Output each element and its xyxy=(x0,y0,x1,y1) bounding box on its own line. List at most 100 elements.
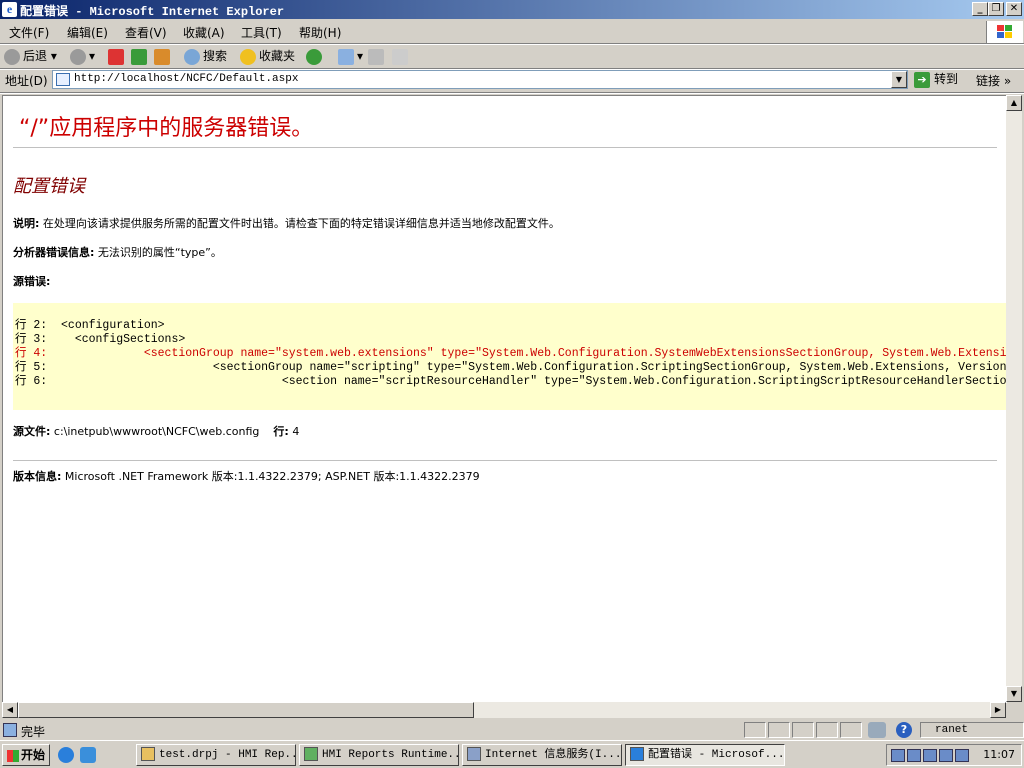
line-value: 4 xyxy=(292,425,300,438)
app-icon xyxy=(304,747,318,762)
scroll-right-button[interactable]: ▶ xyxy=(990,702,1006,718)
network-disconnected-icon[interactable] xyxy=(939,749,953,762)
search-button[interactable]: 搜索 xyxy=(184,47,227,65)
home-button[interactable] xyxy=(154,47,173,65)
address-input[interactable]: http://localhost/NCFC/Default.aspx xyxy=(52,70,908,89)
parser-label: 分析器错误信息: xyxy=(13,246,95,259)
version-text: Microsoft .NET Framework 版本:1.1.4322.237… xyxy=(64,470,480,483)
help-icon: ? xyxy=(896,722,912,738)
back-button[interactable]: 后退 ▾ xyxy=(4,47,57,65)
source-label: 源错误: xyxy=(13,275,51,288)
page-status-icon xyxy=(3,723,17,737)
refresh-icon xyxy=(131,48,147,65)
description-label: 说明: xyxy=(13,217,40,230)
tray-icon[interactable] xyxy=(891,749,905,762)
task-label: test.drpj - HMI Rep... xyxy=(159,749,296,761)
menu-help[interactable]: 帮助(H) xyxy=(299,24,341,41)
close-button[interactable]: ✕ xyxy=(1006,2,1022,16)
status-cell xyxy=(792,722,814,738)
source-file-path: c:\inetpub\wwwroot\NCFC\web.config xyxy=(53,425,260,438)
window-title: 配置错误 - Microsoft Internet Explorer xyxy=(20,5,285,19)
ie-icon xyxy=(630,747,644,762)
divider xyxy=(13,460,997,461)
ie-icon: e xyxy=(2,2,17,17)
mail-icon xyxy=(338,48,354,65)
go-button[interactable]: ➔ 转到 xyxy=(914,70,958,89)
start-label: 开始 xyxy=(21,748,46,762)
page-icon xyxy=(56,73,70,86)
edit-button[interactable] xyxy=(392,47,411,65)
favorites-label: 收藏夹 xyxy=(259,49,296,63)
address-separator xyxy=(0,92,1024,94)
home-icon xyxy=(154,48,170,65)
security-icon xyxy=(868,722,886,738)
forward-arrow-icon xyxy=(70,48,86,65)
address-url[interactable]: http://localhost/NCFC/Default.aspx xyxy=(74,73,298,85)
menu-bar: 文件(F) 编辑(E) 查看(V) 收藏(A) 工具(T) 帮助(H) xyxy=(0,21,1024,43)
taskbar-item[interactable]: test.drpj - HMI Rep... xyxy=(136,744,296,766)
start-button[interactable]: 开始 xyxy=(2,744,50,766)
menu-tools[interactable]: 工具(T) xyxy=(241,24,282,41)
address-label: 地址(D) xyxy=(5,74,48,88)
source-code-box: 行 2: <configuration> 行 3: <configSection… xyxy=(13,303,1007,410)
task-label: Internet 信息服务(I... xyxy=(485,749,622,761)
parser-error: 分析器错误信息: 无法识别的属性“type”。 xyxy=(13,244,222,260)
menu-file[interactable]: 文件(F) xyxy=(9,24,49,41)
system-tray: 11:07 xyxy=(886,744,1022,766)
mail-button[interactable]: ▾ xyxy=(338,47,363,65)
scroll-up-button[interactable]: ▲ xyxy=(1006,95,1022,111)
description-text: 在处理向该请求提供服务所需的配置文件时出错。请检查下面的特定错误详细信息并适当地… xyxy=(42,217,560,230)
status-cell xyxy=(816,722,838,738)
taskbar-item[interactable]: HMI Reports Runtime... xyxy=(299,744,459,766)
clock[interactable]: 11:07 xyxy=(983,748,1015,761)
horizontal-scrollbar[interactable]: ◀ ▶ xyxy=(2,702,1006,718)
search-label: 搜索 xyxy=(203,49,228,63)
status-bar: 完毕 ? ranet xyxy=(0,720,1024,740)
network-disconnected-icon[interactable] xyxy=(955,749,969,762)
code-line: 行 6: <section name="scriptResourceHandle… xyxy=(15,372,1007,388)
taskbar-item-active[interactable]: 配置错误 - Microsof... xyxy=(625,744,785,766)
scroll-left-button[interactable]: ◀ xyxy=(2,702,18,718)
horizontal-scroll-thumb[interactable] xyxy=(18,702,474,718)
taskbar: 开始 test.drpj - HMI Rep... HMI Reports Ru… xyxy=(0,740,1024,768)
links-button[interactable]: 链接 » xyxy=(976,72,1011,89)
print-icon xyxy=(368,48,384,65)
zone-name: ranet xyxy=(935,724,969,736)
status-cell xyxy=(768,722,790,738)
toolbar: 后退 ▾ ▾ 搜索 收藏夹 ▾ xyxy=(0,44,1024,68)
error-heading: 配置错误 xyxy=(13,176,85,197)
go-arrow-icon: ➔ xyxy=(914,71,930,88)
menu-favorites[interactable]: 收藏(A) xyxy=(183,24,225,41)
vertical-scrollbar[interactable]: ▲ ▼ xyxy=(1006,95,1022,702)
network-icon[interactable] xyxy=(907,749,921,762)
minimize-button[interactable]: _ xyxy=(972,2,988,16)
menu-edit[interactable]: 编辑(E) xyxy=(67,24,108,41)
forward-button[interactable]: ▾ xyxy=(70,47,95,65)
address-dropdown-button[interactable]: ▼ xyxy=(891,71,907,88)
menu-view[interactable]: 查看(V) xyxy=(125,24,167,41)
task-label: 配置错误 - Microsof... xyxy=(648,749,785,761)
outlook-quicklaunch-icon[interactable] xyxy=(80,747,96,763)
windows-logo-icon xyxy=(986,21,1023,43)
version-info: 版本信息: Microsoft .NET Framework 版本:1.1.43… xyxy=(13,468,480,484)
taskbar-item[interactable]: Internet 信息服务(I... xyxy=(462,744,622,766)
status-text: 完毕 xyxy=(21,725,46,739)
refresh-button[interactable] xyxy=(131,47,150,65)
links-label: 链接 xyxy=(976,74,1001,88)
print-button[interactable] xyxy=(368,47,387,65)
zone-cell: ranet xyxy=(920,722,1024,738)
ie-quicklaunch-icon[interactable] xyxy=(58,747,74,763)
source-error-label: 源错误: xyxy=(13,273,50,289)
source-file-label: 源文件: xyxy=(13,425,51,438)
back-arrow-icon xyxy=(4,48,20,65)
restore-button[interactable]: ❐ xyxy=(988,2,1004,16)
media-icon xyxy=(306,48,322,65)
page-title: “/”应用程序中的服务器错误。 xyxy=(19,116,314,141)
network-disconnected-icon[interactable] xyxy=(923,749,937,762)
stop-icon xyxy=(108,48,124,65)
stop-button[interactable] xyxy=(108,47,127,65)
scroll-down-button[interactable]: ▼ xyxy=(1006,686,1022,702)
parser-text: 无法识别的属性“type”。 xyxy=(97,246,222,259)
favorites-button[interactable]: 收藏夹 xyxy=(240,47,295,65)
media-button[interactable] xyxy=(306,47,325,65)
